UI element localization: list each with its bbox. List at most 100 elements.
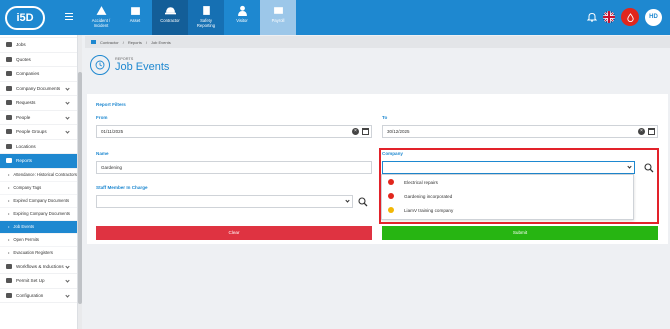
hardhat-icon <box>164 7 176 15</box>
calendar-icon[interactable] <box>648 128 655 135</box>
sidebar-item-company-documents[interactable]: Company Documents <box>0 82 77 96</box>
sidebar-item-locations[interactable]: Locations <box>0 140 77 154</box>
sidebar-item-label: Requests <box>16 100 36 106</box>
requests-icon <box>6 100 12 106</box>
sidebar-item-label: Configuration <box>16 292 44 298</box>
sidebar-subitem-company-tags[interactable]: Company Tags <box>0 182 77 195</box>
locations-icon <box>6 143 12 149</box>
nav-label: Visitor <box>236 18 248 23</box>
search-icon[interactable] <box>358 197 368 207</box>
filters-heading: Report Filters <box>96 102 126 107</box>
breadcrumb-item[interactable]: Contractor <box>100 40 119 45</box>
permit-icon <box>6 278 12 284</box>
nav-asset[interactable]: Asset <box>118 0 152 35</box>
chevron-down-icon <box>65 100 70 105</box>
nav-accident-incident[interactable]: Accident / Incident <box>84 0 118 35</box>
sidebar-item-label: Jobs <box>16 42 26 48</box>
sidebar-subitem-open-permits[interactable]: Open Permits <box>0 234 77 247</box>
nav-label: Accident / Incident <box>91 18 111 28</box>
drop-icon <box>626 12 634 22</box>
sidebar-item-companies[interactable]: Companies <box>0 67 77 82</box>
company-highlight-box <box>379 148 659 224</box>
sidebar: Jobs Quotes Companies Company Documents … <box>0 35 78 329</box>
name-input[interactable]: Gardening <box>96 161 372 174</box>
breadcrumb: Contractor / Reports / Job Events <box>85 36 670 48</box>
chevron-down-icon <box>65 114 70 120</box>
name-label: Name <box>96 151 109 156</box>
uk-flag-icon[interactable] <box>603 11 615 23</box>
jobs-icon <box>6 42 12 48</box>
page-title: Job Events <box>115 61 170 73</box>
nav-visitor[interactable]: Visitor <box>224 0 260 35</box>
chevron-down-icon <box>65 85 70 91</box>
nav-label: Payroll <box>271 18 285 23</box>
clear-button[interactable]: Clear <box>96 226 372 240</box>
sidebar-item-people[interactable]: People <box>0 111 77 125</box>
documents-icon <box>6 85 12 91</box>
alert-drop-button[interactable] <box>621 8 639 26</box>
to-label: To <box>382 115 388 120</box>
workflows-icon <box>6 263 12 269</box>
chevron-down-icon <box>65 292 70 298</box>
staff-select[interactable] <box>96 195 353 208</box>
module-nav: Accident / Incident Asset Contractor Saf… <box>84 0 296 35</box>
sidebar-item-label: Locations <box>16 143 36 149</box>
payroll-icon <box>273 7 283 14</box>
sidebar-item-label: Company Documents <box>16 85 61 91</box>
nav-payroll[interactable]: Payroll <box>260 0 296 35</box>
to-date-field[interactable]: 30/12/2025 <box>382 125 658 138</box>
nav-label: Safety Reporting <box>196 18 216 28</box>
sidebar-item-label: Workflows & Inductions <box>16 263 64 269</box>
clock-icon <box>90 55 110 75</box>
sidebar-item-people-groups[interactable]: People Groups <box>0 125 77 140</box>
sidebar-item-label: People <box>16 114 31 120</box>
app-logo[interactable]: i5D <box>5 6 45 30</box>
user-avatar[interactable]: HD <box>645 8 662 26</box>
staff-label: Staff Member In Charge <box>96 185 148 190</box>
page-header: REPORTS Job Events <box>90 55 169 75</box>
breadcrumb-item: Job Events <box>150 39 171 45</box>
reports-icon <box>6 158 12 164</box>
chevron-down-icon <box>65 129 70 134</box>
sidebar-item-label: Reports <box>16 158 33 164</box>
nav-label: Contractor <box>160 18 180 23</box>
sidebar-item-requests[interactable]: Requests <box>0 96 77 111</box>
top-navigation-bar: i5D Accident / Incident Asset Contractor… <box>0 0 670 35</box>
bell-icon[interactable] <box>587 12 597 22</box>
nav-contractor[interactable]: Contractor <box>152 0 188 35</box>
people-icon <box>6 114 12 120</box>
nav-safety-reporting[interactable]: Safety Reporting <box>188 0 224 35</box>
quotes-icon <box>6 56 12 62</box>
sidebar-subitem-job-events[interactable]: Job Events <box>0 220 77 234</box>
sidebar-item-configuration[interactable]: Configuration <box>0 289 77 303</box>
home-icon[interactable] <box>91 40 96 44</box>
from-label: From <box>96 115 108 120</box>
sidebar-subitem-attendance-historical[interactable]: Attendance: Historical Contractors <box>0 169 77 182</box>
sidebar-subitem-evacuation-registers[interactable]: Evacuation Registers <box>0 247 77 260</box>
companies-icon <box>6 71 12 77</box>
sidebar-item-jobs[interactable]: Jobs <box>0 38 77 53</box>
sidebar-item-label: Companies <box>16 71 40 77</box>
sidebar-scrollbar-thumb[interactable] <box>78 72 82 304</box>
breadcrumb-item[interactable]: Reports <box>128 40 142 45</box>
submit-button[interactable]: Submit <box>382 226 658 240</box>
from-date-field[interactable]: 01/11/2025 <box>96 125 372 138</box>
chevron-down-icon <box>65 263 70 269</box>
sidebar-item-permit-set-up[interactable]: Permit Set Up <box>0 274 77 289</box>
sidebar-item-workflows-inductions[interactable]: Workflows & Inductions <box>0 260 77 274</box>
asset-icon <box>130 7 140 15</box>
clipboard-icon <box>202 6 210 15</box>
clear-to-icon[interactable]: × <box>638 128 645 135</box>
sidebar-item-reports[interactable]: Reports <box>0 154 77 169</box>
clear-from-icon[interactable]: × <box>352 128 359 135</box>
sidebar-subitem-expired-documents[interactable]: Expired Company Documents <box>0 195 77 208</box>
chevron-down-icon <box>65 278 70 283</box>
menu-toggle-icon[interactable] <box>65 13 73 21</box>
header-actions: HD <box>587 8 662 26</box>
configuration-icon <box>6 292 12 298</box>
calendar-icon[interactable] <box>362 128 369 135</box>
sidebar-item-quotes[interactable]: Quotes <box>0 53 77 67</box>
people-groups-icon <box>6 129 12 135</box>
sidebar-subitem-expiring-documents[interactable]: Expiring Company Documents <box>0 208 77 221</box>
sidebar-item-label: Permit Set Up <box>16 278 45 284</box>
